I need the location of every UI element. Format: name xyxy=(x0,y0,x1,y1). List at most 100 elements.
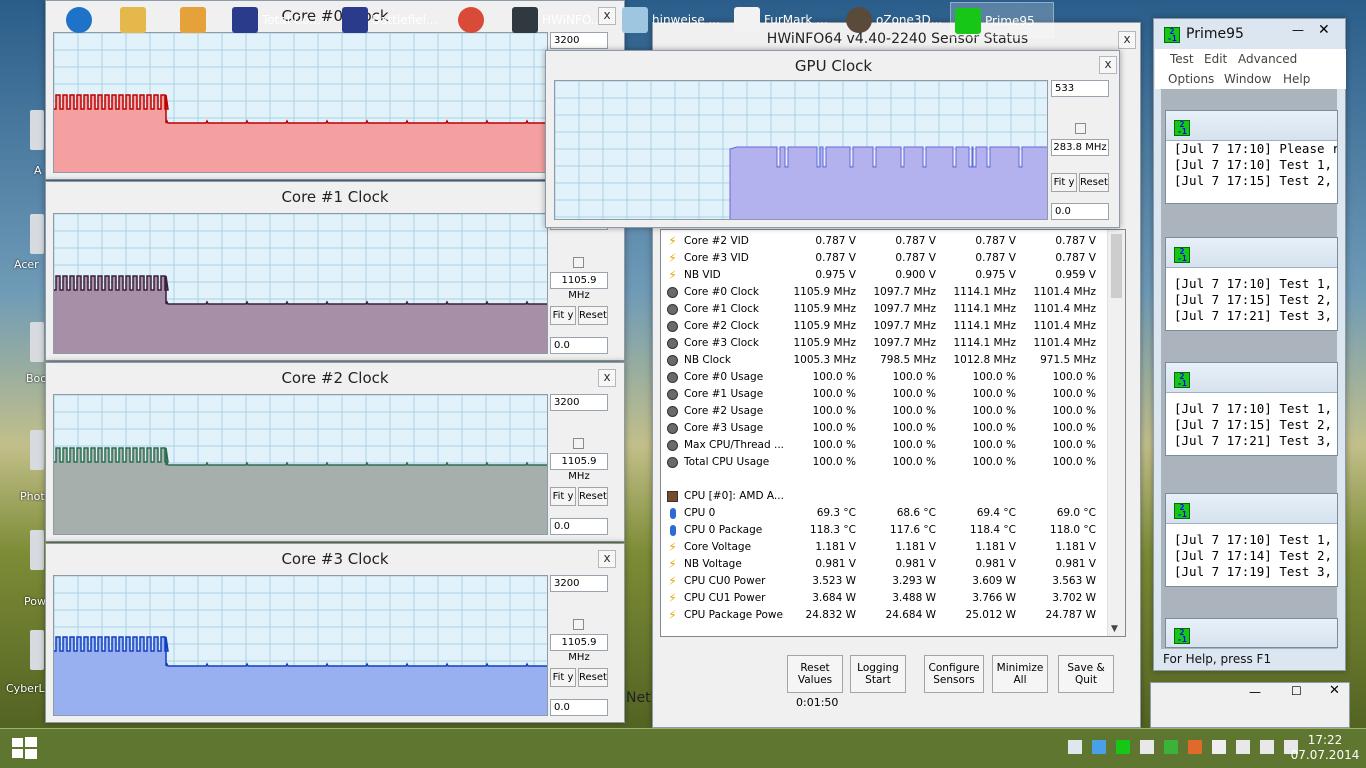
minimize-icon[interactable]: — xyxy=(1292,23,1304,37)
desktop-icon[interactable]: A xyxy=(0,110,44,180)
sensor-row[interactable]: ⚡ Core #3 VID 0.787 V 0.787 V 0.787 V 0.787 V xyxy=(661,250,1107,267)
sensor-row[interactable]: ⚡ CPU CU0 Power 3.523 W 3.293 W 3.609 W 3.563… xyxy=(661,573,1107,590)
worker-window[interactable]: 2-1 [Jul 7 17:10] Please read[Jul 7 17:10… xyxy=(1165,110,1338,204)
start-button[interactable] xyxy=(10,736,38,760)
close-icon[interactable]: x xyxy=(1118,31,1136,49)
sensor-row[interactable]: Total CPU Usage 100.0 % 100.0 % 100.0 % 100.… xyxy=(661,454,1107,471)
sensor-row[interactable]: ⚡ NB VID 0.975 V 0.900 V 0.975 V 0.959 V xyxy=(661,267,1107,284)
menu-item-window[interactable]: Window xyxy=(1224,72,1271,86)
usb-icon[interactable] xyxy=(1212,740,1226,754)
sensor-row[interactable]: ⚡ Core #2 VID 0.787 V 0.787 V 0.787 V 0.787 V xyxy=(661,233,1107,250)
desktop-icon[interactable]: CyberL xyxy=(0,630,45,700)
taskbar-item[interactable]: Total Co... xyxy=(228,2,336,38)
taskbar-item[interactable]: oZone3D... xyxy=(842,2,946,38)
taskbar-item[interactable] xyxy=(62,2,102,38)
taskbar-item[interactable]: Prime95 xyxy=(950,2,1054,38)
prime95-icon[interactable] xyxy=(1116,740,1130,754)
taskbar-item[interactable]: HWiNFO... xyxy=(508,2,612,38)
sensor-row[interactable]: ⚡ NB Voltage 0.981 V 0.981 V 0.981 V 0.981 V xyxy=(661,556,1107,573)
sensor-row[interactable]: Core #0 Clock 1105.9 MHz 1097.7 MHz 1114.1 … xyxy=(661,284,1107,301)
worker-window[interactable]: 2-1[Jul 7 17:10] Test 1, 4000[Jul 7 17:1… xyxy=(1165,237,1338,331)
reset-button[interactable]: Reset xyxy=(578,668,608,687)
monitor-icon[interactable] xyxy=(1068,740,1082,754)
desktop-icon[interactable]: Boo xyxy=(0,322,47,392)
sensor-row[interactable]: CPU [#0]: AMD A... xyxy=(661,488,1107,505)
logging-start-button[interactable]: Logging Start xyxy=(850,655,906,693)
fit-y-button[interactable]: Fit y xyxy=(550,487,576,506)
sensor-row[interactable] xyxy=(661,471,1107,488)
fit-y-button[interactable]: Fit y xyxy=(550,306,576,325)
gpu-min-input[interactable]: 0.0 xyxy=(1051,203,1109,220)
graph-min-input[interactable]: 0.0 xyxy=(550,337,608,354)
sensor-row[interactable]: Core #1 Usage 100.0 % 100.0 % 100.0 % 100.0 … xyxy=(661,386,1107,403)
close-icon[interactable]: x xyxy=(598,369,616,387)
desktop-icon[interactable]: Pow xyxy=(0,530,46,608)
sensor-row[interactable]: Core #3 Clock 1105.9 MHz 1097.7 MHz 1114.1 … xyxy=(661,335,1107,352)
close-icon[interactable]: ✕ xyxy=(1329,683,1340,698)
worker-window[interactable]: 2-1[Jul 7 17:10] Test 1, 4000 I[Jul 7 17… xyxy=(1165,362,1338,456)
sensor-row[interactable]: ⚡ CPU CU1 Power 3.684 W 3.488 W 3.766 W 3.702… xyxy=(661,590,1107,607)
reset-button[interactable]: Reset xyxy=(578,306,608,325)
sensor-row[interactable]: CPU 0 Package 118.3 °C 117.6 °C 118.4 °C 118… xyxy=(661,522,1107,539)
sensor-row[interactable]: Core #1 Clock 1105.9 MHz 1097.7 MHz 1114.1 … xyxy=(661,301,1107,318)
save-quit-button[interactable]: Save & Quit xyxy=(1058,655,1114,693)
configure-sensors-button[interactable]: Configure Sensors xyxy=(924,655,984,693)
worker-window[interactable]: 2-1[Jul 7 17:10] Test 1, 4000[Jul 7 17:1… xyxy=(1165,493,1338,587)
autoscale-checkbox[interactable] xyxy=(573,619,584,630)
maximize-icon[interactable]: ☐ xyxy=(1291,684,1302,698)
battery-icon[interactable] xyxy=(1236,740,1250,754)
dropbox-icon[interactable] xyxy=(1092,740,1106,754)
taskbar-item[interactable] xyxy=(116,2,156,38)
gpu-max-input[interactable]: 533 xyxy=(1051,80,1109,97)
sensor-row[interactable]: CPU 0 69.3 °C 68.6 °C 69.4 °C 69.0 °C xyxy=(661,505,1107,522)
graph-min-input[interactable]: 0.0 xyxy=(550,518,608,535)
sensor-row[interactable]: Core #3 Usage 100.0 % 100.0 % 100.0 % 100.0 … xyxy=(661,420,1107,437)
taskbar-item[interactable]: hinweise ... xyxy=(618,2,728,38)
gpu-autoscale-checkbox[interactable] xyxy=(1075,123,1086,134)
close-icon[interactable]: x xyxy=(598,550,616,568)
taskbar-clock[interactable]: 17:22 07.07.2014 xyxy=(1290,733,1360,763)
sensor-row[interactable]: Core #2 Usage 100.0 % 100.0 % 100.0 % 100.0 … xyxy=(661,403,1107,420)
office-icon[interactable] xyxy=(1188,740,1202,754)
sensor-row[interactable]: Max CPU/Thread ... 100.0 % 100.0 % 100.0 % 1… xyxy=(661,437,1107,454)
desktop-icon[interactable]: Acer xyxy=(0,214,44,284)
minimize-all-button[interactable]: Minimize All xyxy=(992,655,1048,693)
sensor-row[interactable]: Core #0 Usage 100.0 % 100.0 % 100.0 % 100.0 … xyxy=(661,369,1107,386)
menu-item-advanced[interactable]: Advanced xyxy=(1238,52,1297,66)
autoscale-checkbox[interactable] xyxy=(573,257,584,268)
sensor-row[interactable]: ⚡ Core Voltage 1.181 V 1.181 V 1.181 V 1.181 … xyxy=(661,539,1107,556)
table-scrollbar[interactable]: ▼ xyxy=(1107,230,1125,636)
taskbar-item[interactable]: Battlefiel... xyxy=(338,2,446,38)
signal-icon[interactable] xyxy=(1260,740,1274,754)
fit-y-button[interactable]: Fit y xyxy=(550,668,576,687)
sensor-table[interactable]: ⚡ Core #2 VID 0.787 V 0.787 V 0.787 V 0.787 V… xyxy=(660,229,1126,637)
worker-window[interactable]: 2 -1 xyxy=(1165,618,1338,648)
minimize-icon[interactable]: — xyxy=(1249,685,1261,699)
menu-item-edit[interactable]: Edit xyxy=(1204,52,1227,66)
close-icon[interactable]: x xyxy=(1099,56,1117,74)
graph-max-input[interactable]: 3200 xyxy=(550,575,608,592)
taskbar-item[interactable] xyxy=(176,2,216,38)
taskbar-item[interactable]: FurMark ... xyxy=(730,2,834,38)
menu-item-help[interactable]: Help xyxy=(1283,72,1310,86)
menu-item-test[interactable]: Test xyxy=(1170,52,1194,66)
graph-max-input[interactable]: 3200 xyxy=(550,394,608,411)
shield-icon[interactable] xyxy=(1140,740,1154,754)
taskbar-item[interactable] xyxy=(454,2,494,38)
scrollbar-thumb[interactable] xyxy=(1111,234,1122,298)
reset-values-button[interactable]: Reset Values xyxy=(787,655,843,693)
core-clock-graph xyxy=(53,575,548,716)
graph-min-input[interactable]: 0.0 xyxy=(550,699,608,716)
sensor-row[interactable]: ⚡ CPU Package Power 24.832 W 24.684 W 25.012… xyxy=(661,607,1107,624)
fit-y-button[interactable]: Fit y xyxy=(1051,173,1077,192)
reset-button[interactable]: Reset xyxy=(1079,173,1109,192)
desktop-icon[interactable]: Photo xyxy=(0,430,51,503)
sensor-row[interactable]: NB Clock 1005.3 MHz 798.5 MHz 1012.8 MHz 971… xyxy=(661,352,1107,369)
menu-item-options[interactable]: Options xyxy=(1168,72,1214,86)
autoscale-checkbox[interactable] xyxy=(573,438,584,449)
close-icon[interactable]: ✕ xyxy=(1318,22,1330,38)
sensor-row[interactable]: Core #2 Clock 1105.9 MHz 1097.7 MHz 1114.1 … xyxy=(661,318,1107,335)
check-icon[interactable] xyxy=(1164,740,1178,754)
chevron-down-icon[interactable]: ▼ xyxy=(1111,624,1118,634)
reset-button[interactable]: Reset xyxy=(578,487,608,506)
